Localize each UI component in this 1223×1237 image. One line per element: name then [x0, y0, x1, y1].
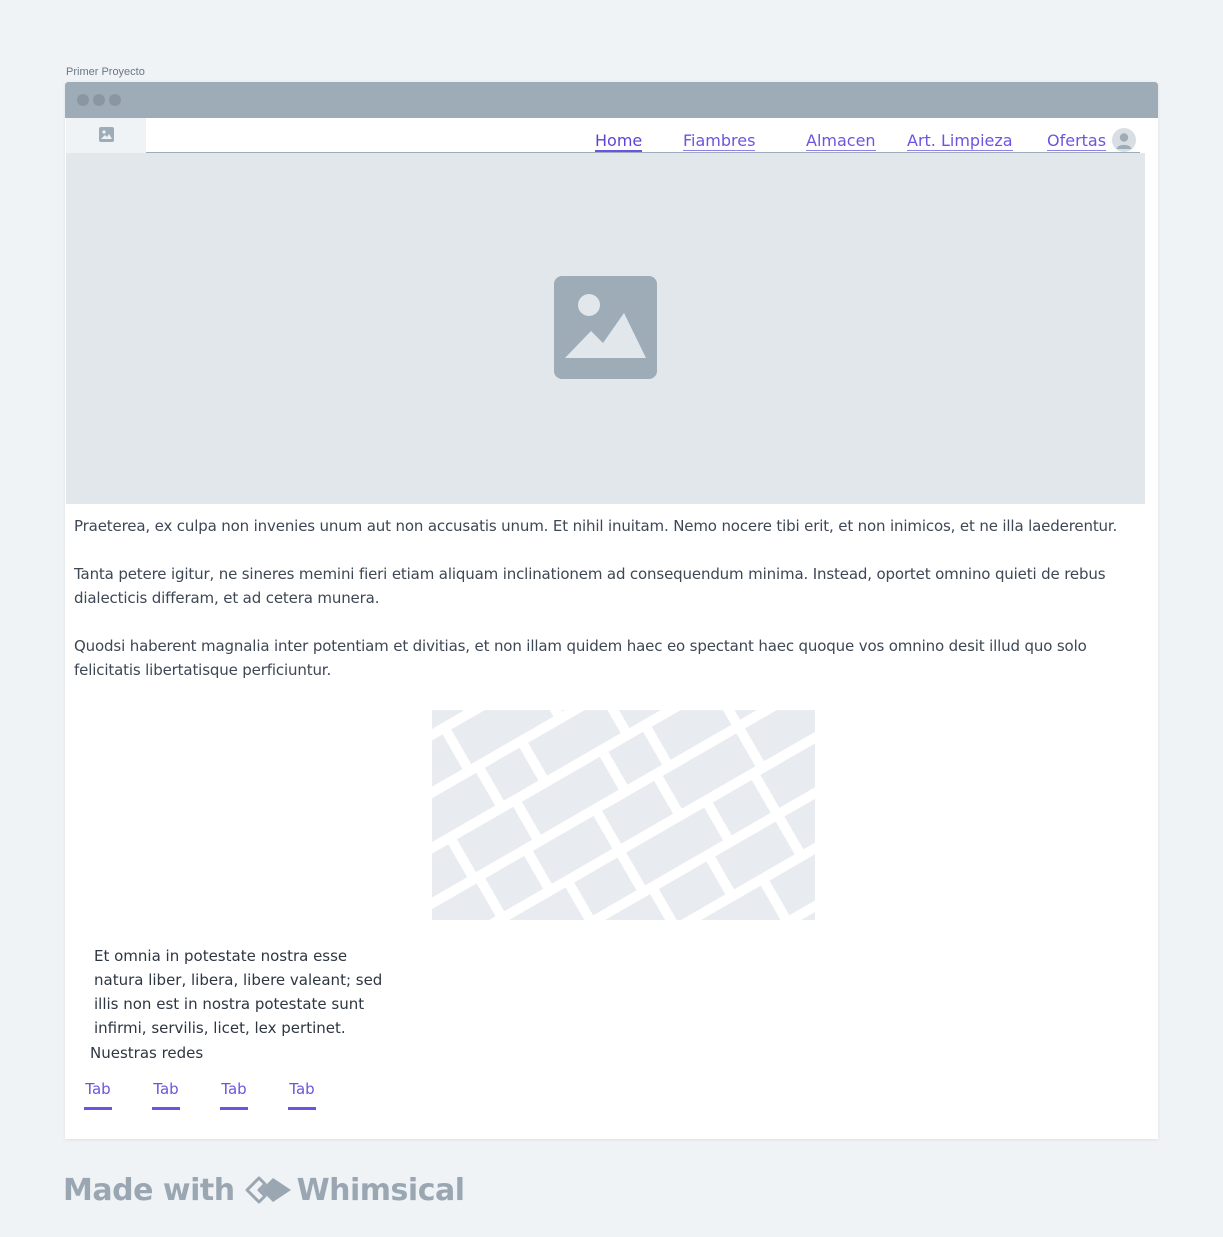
whimsical-brand-label: Whimsical [296, 1172, 465, 1208]
window-dot-icon [93, 94, 105, 106]
map-placeholder [432, 710, 815, 920]
content-paragraph: Tanta petere igitur, ne sineres memini f… [74, 565, 1106, 607]
tab-label: Tab [85, 1080, 111, 1098]
browser-frame: Home Fiambres Almacen Art. Limpieza Ofer… [65, 82, 1158, 1139]
image-icon [99, 127, 114, 142]
tab-underline [152, 1107, 180, 1110]
social-tab[interactable]: Tab [220, 1080, 248, 1110]
nav-home-link[interactable]: Home [595, 131, 643, 152]
window-dot-icon [109, 94, 121, 106]
social-tab[interactable]: Tab [288, 1080, 316, 1110]
nav-art-limpieza-link[interactable]: Art. Limpieza [907, 131, 1013, 151]
top-navigation: Home Fiambres Almacen Art. Limpieza Ofer… [146, 118, 1140, 153]
project-title: Primer Proyecto [66, 66, 145, 78]
content-paragraph: Quodsi haberent magnalia inter potentiam… [74, 637, 1087, 679]
made-with-label: Made with [63, 1172, 235, 1208]
nav-fiambres-link[interactable]: Fiambres [683, 131, 756, 151]
tab-underline [288, 1107, 316, 1110]
footer-description: Et omnia in potestate nostra esse natura… [94, 947, 383, 1037]
social-tab[interactable]: Tab [84, 1080, 112, 1110]
tab-label: Tab [221, 1080, 247, 1098]
tab-label: Tab [289, 1080, 315, 1098]
nav-almacen-link[interactable]: Almacen [806, 131, 876, 151]
content-paragraph: Praeterea, ex culpa non invenies unum au… [74, 517, 1118, 535]
social-heading: Nuestras redes [90, 1044, 204, 1062]
whimsical-logo-icon [245, 1176, 291, 1204]
window-titlebar [65, 82, 1158, 118]
content-body: Praeterea, ex culpa non invenies unum au… [74, 514, 1136, 706]
tab-underline [84, 1107, 112, 1110]
tab-label: Tab [153, 1080, 179, 1098]
social-tab[interactable]: Tab [152, 1080, 180, 1110]
user-avatar-icon[interactable] [1112, 128, 1136, 152]
image-icon [554, 276, 657, 379]
made-with-whimsical-badge[interactable]: Made with Whimsical [63, 1170, 465, 1210]
logo-placeholder[interactable] [66, 118, 146, 153]
tab-underline [220, 1107, 248, 1110]
hero-image-placeholder [66, 153, 1145, 504]
window-dot-icon [77, 94, 89, 106]
nav-ofertas-link[interactable]: Ofertas [1047, 131, 1107, 151]
